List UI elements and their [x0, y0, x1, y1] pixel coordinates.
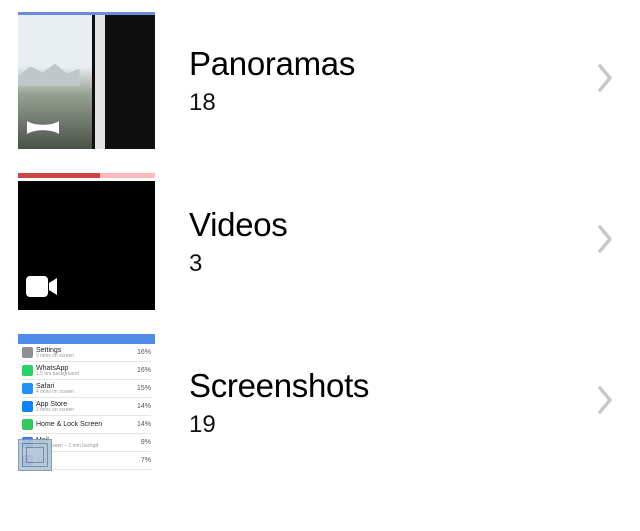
album-info: Screenshots 19 [189, 367, 562, 439]
album-row-screenshots[interactable]: Settings9 mins on screen16%WhatsApp1.5 h… [0, 322, 640, 483]
album-row-panoramas[interactable]: Panoramas 18 [0, 0, 640, 161]
album-row-videos[interactable]: Videos 3 [0, 161, 640, 322]
album-info: Panoramas 18 [189, 45, 562, 117]
chevron-right-icon [596, 224, 614, 259]
album-thumbnail-panoramas [18, 12, 155, 149]
chevron-right-icon [596, 63, 614, 98]
album-count: 19 [189, 411, 562, 439]
chevron-right-icon [596, 385, 614, 420]
album-info: Videos 3 [189, 206, 562, 278]
album-count: 3 [189, 250, 562, 278]
album-thumbnail-screenshots: Settings9 mins on screen16%WhatsApp1.5 h… [18, 334, 155, 471]
album-thumbnail-videos [18, 173, 155, 310]
album-title: Videos [189, 206, 562, 244]
album-title: Screenshots [189, 367, 562, 405]
panorama-icon [26, 119, 60, 141]
album-title: Panoramas [189, 45, 562, 83]
video-icon [26, 276, 58, 302]
album-count: 18 [189, 89, 562, 117]
